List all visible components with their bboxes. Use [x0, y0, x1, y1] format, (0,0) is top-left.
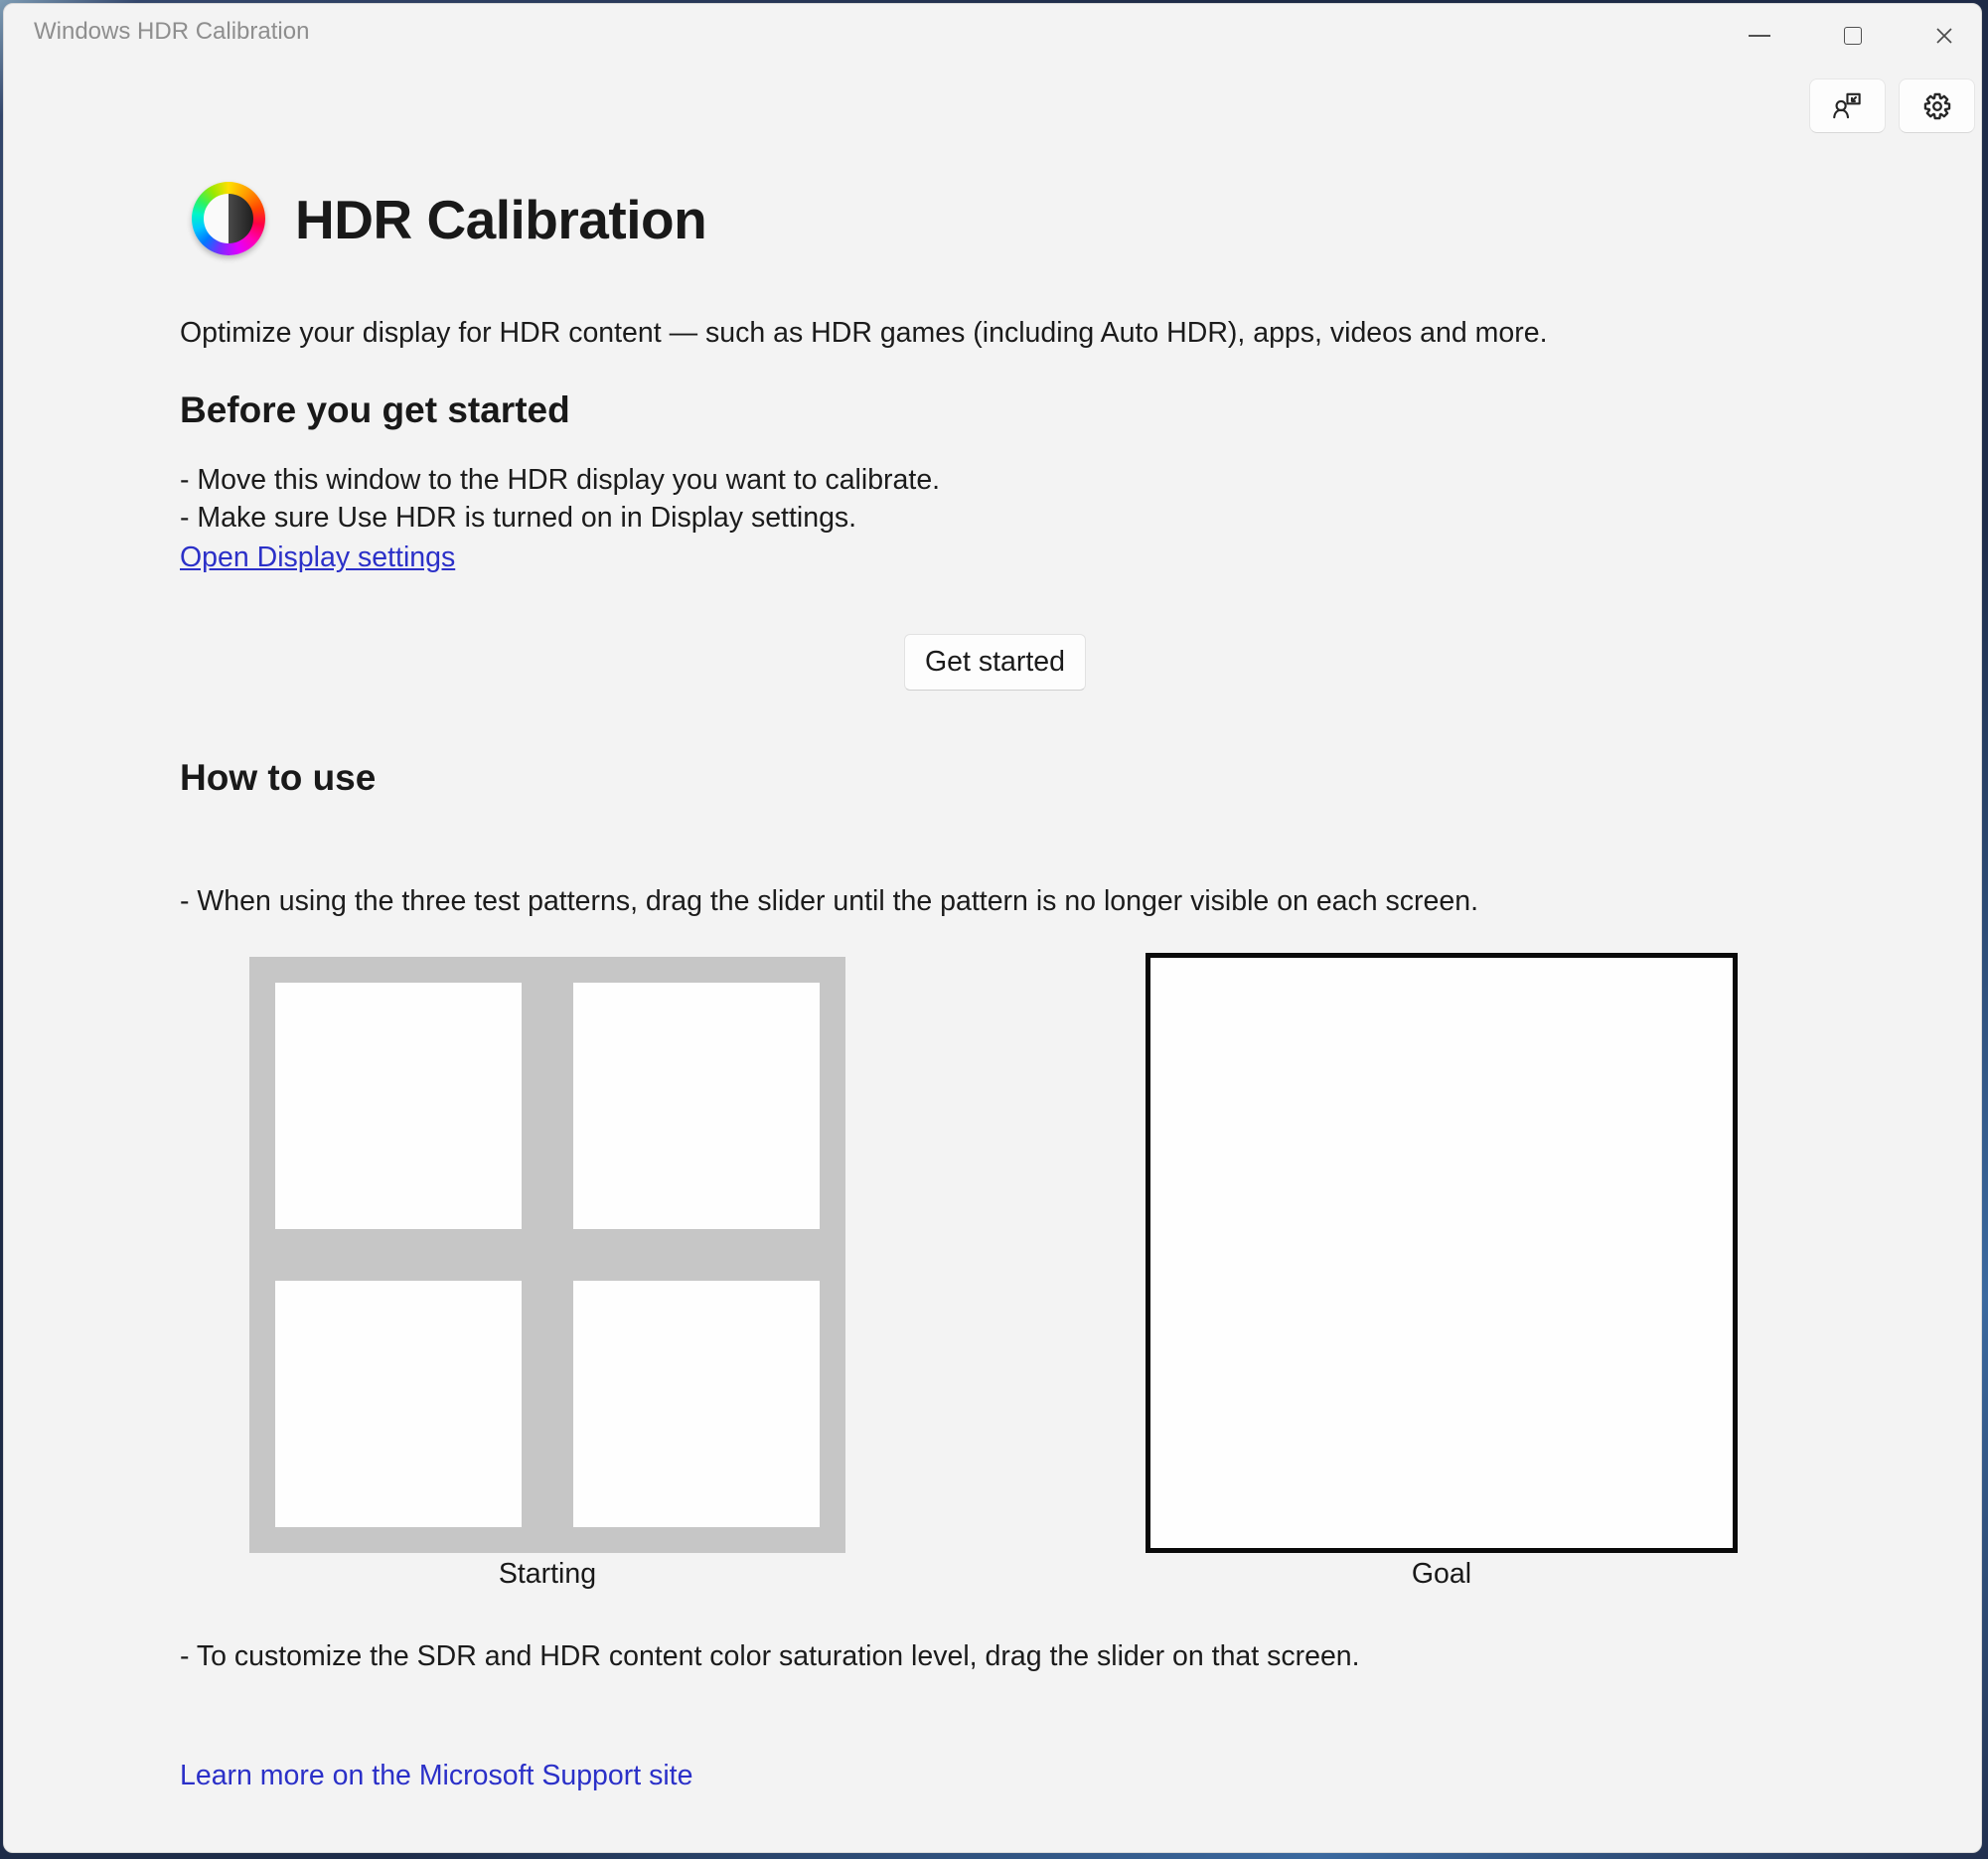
open-display-settings-link[interactable]: Open Display settings — [180, 539, 455, 577]
starting-caption: Starting — [249, 1558, 845, 1591]
window-title: Windows HDR Calibration — [34, 18, 309, 46]
maximize-button[interactable] — [1830, 22, 1876, 50]
get-started-button[interactable]: Get started — [904, 634, 1086, 691]
minimize-button[interactable] — [1737, 22, 1782, 50]
close-button[interactable] — [1921, 22, 1967, 50]
pattern-cell — [573, 983, 820, 1229]
how-bullet-saturation: - To customize the SDR and HDR content c… — [180, 1637, 1360, 1676]
gear-icon — [1919, 88, 1955, 124]
logo-inner-circle — [204, 194, 253, 243]
settings-button[interactable] — [1899, 78, 1975, 133]
hdr-calibration-logo-icon — [192, 182, 265, 255]
pattern-cell — [275, 983, 522, 1229]
feedback-icon — [1830, 88, 1866, 124]
feedback-button[interactable] — [1809, 78, 1886, 133]
before-section-heading: Before you get started — [180, 389, 570, 431]
maximize-icon — [1844, 27, 1862, 45]
minimize-icon — [1749, 35, 1770, 37]
intro-text: Optimize your display for HDR content — … — [180, 314, 1548, 353]
starting-pattern-illustration — [249, 957, 845, 1553]
pattern-cell — [275, 1281, 522, 1527]
goal-caption: Goal — [1146, 1558, 1738, 1591]
how-bullet-patterns: - When using the three test patterns, dr… — [180, 882, 1478, 921]
page-title: HDR Calibration — [295, 185, 706, 254]
close-icon — [1932, 24, 1956, 48]
before-bullet-usehdr: - Make sure Use HDR is turned on in Disp… — [180, 499, 856, 538]
pattern-cell — [573, 1281, 820, 1527]
learn-more-link[interactable]: Learn more on the Microsoft Support site — [180, 1757, 692, 1795]
before-bullet-move: - Move this window to the HDR display yo… — [180, 461, 940, 500]
goal-illustration — [1146, 953, 1738, 1553]
how-section-heading: How to use — [180, 757, 376, 799]
app-window: Windows HDR Calibration HDR Calibration … — [3, 3, 1982, 1853]
